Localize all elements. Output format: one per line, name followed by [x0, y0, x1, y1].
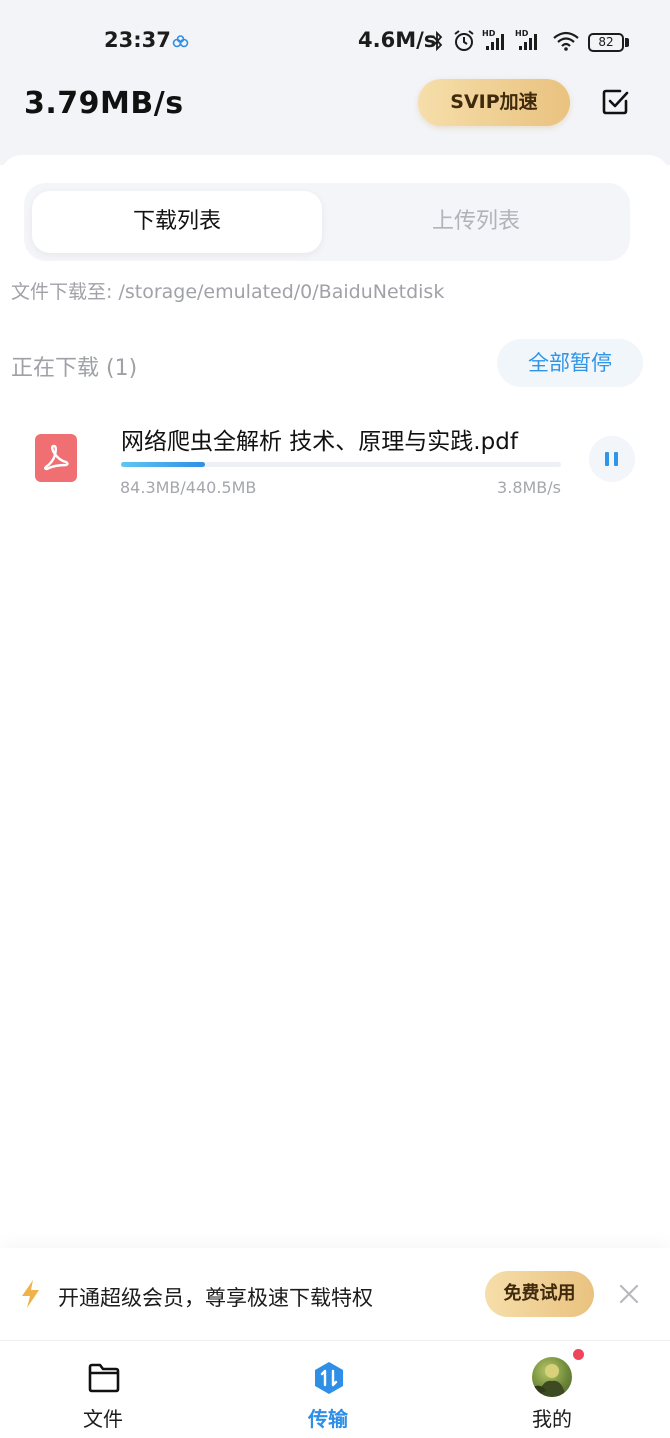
- pause-all-button[interactable]: 全部暂停: [497, 339, 643, 387]
- download-progress-bar: [121, 462, 561, 467]
- alarm-icon: [454, 30, 474, 51]
- status-network-speed: 4.6M/s: [358, 28, 437, 52]
- multi-select-icon[interactable]: [600, 87, 630, 117]
- tab-download-list[interactable]: 下载列表: [32, 191, 322, 253]
- lightning-icon: [22, 1280, 39, 1308]
- avatar: [532, 1357, 572, 1397]
- content-card: [0, 155, 670, 1265]
- status-bar: 23:37 4.6M/s HD HD 82: [0, 0, 670, 80]
- signal-hd-2-icon: HD: [515, 29, 537, 50]
- pause-download-button[interactable]: [589, 436, 635, 482]
- download-path: 文件下载至: /storage/emulated/0/BaiduNetdisk: [11, 281, 445, 303]
- svg-text:HD: HD: [515, 29, 529, 38]
- pause-icon-bar-right: [614, 452, 618, 466]
- close-icon[interactable]: [617, 1282, 641, 1306]
- nav-transfer[interactable]: 传输: [258, 1341, 398, 1438]
- pause-icon-bar-left: [605, 452, 609, 466]
- transfer-icon: [315, 1362, 343, 1394]
- download-file-name: 网络爬虫全解析 技术、原理与实践.pdf: [121, 429, 518, 455]
- status-time: 23:37: [104, 28, 171, 52]
- downloading-section-title: 正在下载 (1): [11, 356, 138, 381]
- pdf-file-icon: [35, 434, 77, 482]
- battery-cap: [625, 38, 629, 47]
- download-speed: 3.8MB/s: [497, 478, 561, 497]
- nav-me-label: 我的: [532, 1407, 572, 1431]
- download-progress-text: 84.3MB/440.5MB: [120, 478, 257, 497]
- download-progress-fill: [121, 462, 205, 467]
- wifi-icon: [553, 31, 579, 51]
- promo-text: 开通超级会员，尊享极速下载特权: [58, 1286, 373, 1310]
- battery-level: 82: [598, 35, 614, 49]
- signal-hd-1-icon: HD: [482, 29, 504, 50]
- tab-upload-list[interactable]: 上传列表: [330, 191, 622, 253]
- svip-accelerate-button[interactable]: SVIP加速: [418, 79, 570, 126]
- bottom-nav: 文件 传输 我的: [0, 1340, 670, 1438]
- transfer-tabs: 下载列表 上传列表: [24, 183, 630, 261]
- battery-icon: 82: [588, 33, 624, 52]
- bluetooth-icon: [432, 30, 443, 52]
- nav-transfer-label: 传输: [308, 1407, 348, 1431]
- svg-text:HD: HD: [482, 29, 496, 38]
- nav-me[interactable]: 我的: [482, 1341, 622, 1438]
- total-download-speed: 3.79MB/s: [24, 86, 184, 121]
- nav-files[interactable]: 文件: [33, 1341, 173, 1438]
- folder-icon: [88, 1363, 120, 1393]
- notification-dot: [573, 1349, 584, 1360]
- free-trial-button[interactable]: 免费试用: [485, 1271, 594, 1317]
- nav-files-label: 文件: [83, 1407, 123, 1431]
- cloud-icon: [172, 35, 189, 48]
